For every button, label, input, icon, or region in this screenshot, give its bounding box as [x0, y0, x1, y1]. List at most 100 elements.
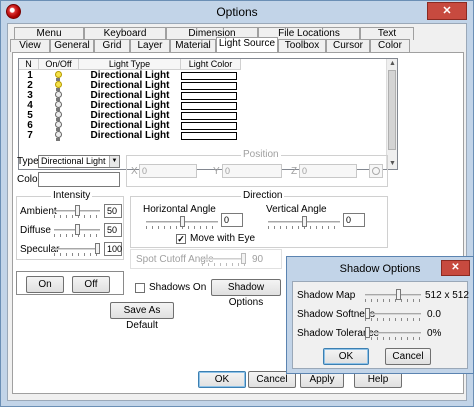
ambient-slider[interactable]: [54, 205, 100, 219]
column-header-n[interactable]: N: [19, 59, 39, 70]
shadows-on-label: Shadows On: [149, 282, 207, 293]
shadow-tolerance-value: 0%: [427, 328, 442, 339]
y-input[interactable]: 0: [222, 164, 282, 178]
save-as-default-button[interactable]: Save As Default: [110, 302, 174, 331]
direction-group-title: Direction: [241, 190, 285, 202]
chevron-down-icon[interactable]: ▼: [109, 156, 119, 167]
light-bulb-icon[interactable]: [54, 121, 62, 131]
shadow-dialog-body: Shadow Map 512 x 512 Shadow Softness 0.0…: [292, 281, 469, 369]
shadow-softness-value: 0.0: [427, 309, 441, 320]
shadow-softness-label: Shadow Softness: [297, 309, 375, 320]
light-color-cell[interactable]: [181, 112, 237, 120]
light-color-cell[interactable]: [181, 92, 237, 100]
shadow-map-knob[interactable]: [396, 289, 401, 300]
light-bulb-icon[interactable]: [54, 131, 62, 141]
tab-layer[interactable]: Layer: [130, 39, 170, 52]
ambient-slider-knob[interactable]: [75, 205, 80, 216]
shadow-dialog-close-button[interactable]: ✕: [441, 260, 470, 276]
specular-slider-knob[interactable]: [95, 243, 100, 254]
scroll-thumb[interactable]: [388, 70, 396, 150]
light-color-cell[interactable]: [181, 132, 237, 140]
tab-cursor[interactable]: Cursor: [326, 39, 370, 52]
light-color-cell[interactable]: [181, 72, 237, 80]
shadow-softness-slider[interactable]: [365, 308, 421, 322]
move-with-eye-checkbox[interactable]: ✓: [176, 234, 186, 244]
horizontal-angle-slider[interactable]: [146, 216, 218, 230]
tab-material[interactable]: Material: [170, 39, 216, 52]
y-label: Y: [213, 166, 220, 177]
tab-grid[interactable]: Grid: [94, 39, 130, 52]
vertical-angle-input[interactable]: 0: [343, 213, 365, 227]
diffuse-input[interactable]: 50: [104, 223, 122, 237]
intensity-group-title: Intensity: [51, 190, 93, 202]
light-row[interactable]: 2 Directional Light: [19, 81, 387, 91]
light-row[interactable]: 5 Directional Light: [19, 111, 387, 121]
light-bulb-icon[interactable]: [54, 91, 62, 101]
scroll-down-icon[interactable]: ▼: [389, 160, 396, 168]
horizontal-angle-input[interactable]: 0: [221, 213, 243, 227]
diffuse-slider[interactable]: [54, 224, 100, 238]
ambient-label: Ambient: [20, 206, 57, 217]
list-scrollbar[interactable]: ▲ ▼: [386, 59, 397, 169]
light-list[interactable]: N On/Off Light Type Light Color 1 Directi…: [18, 58, 398, 170]
spot-cutoff-slider[interactable]: [202, 253, 246, 267]
shadows-on-checkbox[interactable]: [135, 283, 145, 293]
ambient-input[interactable]: 50: [104, 204, 122, 218]
shadow-map-value: 512 x 512: [425, 290, 469, 301]
light-color-cell[interactable]: [181, 122, 237, 130]
light-bulb-icon[interactable]: [54, 111, 62, 121]
x-input[interactable]: 0: [139, 164, 197, 178]
tab-view[interactable]: View: [10, 39, 50, 52]
light-row[interactable]: 1 Directional Light: [19, 71, 387, 81]
tab-light-source[interactable]: Light Source: [216, 37, 278, 52]
vertical-angle-knob[interactable]: [302, 216, 307, 227]
light-number: 7: [27, 130, 33, 141]
shadow-map-slider[interactable]: [365, 289, 421, 303]
vertical-angle-slider[interactable]: [268, 216, 340, 230]
z-input[interactable]: 0: [299, 164, 357, 178]
on-button[interactable]: On: [26, 276, 64, 293]
tab-toolbox[interactable]: Toolbox: [278, 39, 326, 52]
tab-general[interactable]: General: [50, 39, 94, 52]
spot-cutoff-value: 90: [252, 254, 264, 265]
move-with-eye-label: Move with Eye: [190, 233, 256, 244]
off-button[interactable]: Off: [72, 276, 110, 293]
shadow-map-label: Shadow Map: [297, 290, 356, 301]
shadow-softness-knob[interactable]: [365, 308, 370, 319]
light-color-swatch[interactable]: [38, 172, 120, 187]
ok-button[interactable]: OK: [198, 371, 246, 388]
light-row[interactable]: 6 Directional Light: [19, 121, 387, 131]
shadow-cancel-button[interactable]: Cancel: [385, 348, 431, 365]
shadow-options-button[interactable]: Shadow Options: [211, 279, 281, 308]
shadow-options-dialog: Shadow Options ✕ Shadow Map 512 x 512 Sh…: [286, 256, 474, 374]
column-header-on-off[interactable]: On/Off: [39, 59, 79, 70]
type-label: Type: [17, 156, 39, 167]
light-bulb-icon[interactable]: [54, 81, 62, 91]
scroll-up-icon[interactable]: ▲: [389, 60, 396, 68]
close-button[interactable]: ✕: [427, 2, 467, 20]
light-row[interactable]: 3 Directional Light: [19, 91, 387, 101]
shadow-tolerance-knob[interactable]: [365, 327, 370, 338]
diffuse-slider-knob[interactable]: [75, 224, 80, 235]
column-header-light-type[interactable]: Light Type: [79, 59, 181, 70]
horizontal-angle-knob[interactable]: [180, 216, 185, 227]
light-bulb-icon[interactable]: [54, 71, 62, 81]
specular-input[interactable]: 100: [104, 242, 122, 256]
spot-cutoff-knob[interactable]: [241, 253, 246, 264]
light-bulb-icon[interactable]: [54, 101, 62, 111]
horizontal-angle-label: Horizontal Angle: [143, 204, 216, 215]
type-select[interactable]: Directional Light ▼: [38, 155, 120, 168]
shadow-tolerance-slider[interactable]: [365, 327, 421, 341]
title-bar[interactable]: Options ✕: [1, 1, 473, 23]
light-color-cell[interactable]: [181, 82, 237, 90]
column-header-light-color[interactable]: Light Color: [181, 59, 241, 70]
vertical-angle-label: Vertical Angle: [266, 204, 327, 215]
specular-slider[interactable]: [54, 243, 100, 257]
light-color-cell[interactable]: [181, 102, 237, 110]
tab-color[interactable]: Color: [370, 39, 410, 52]
shadow-ok-button[interactable]: OK: [323, 348, 369, 365]
position-pick-button[interactable]: [369, 164, 383, 178]
z-label: Z: [291, 166, 298, 177]
light-row[interactable]: 4 Directional Light: [19, 101, 387, 111]
light-row[interactable]: 7 Directional Light: [19, 131, 387, 141]
